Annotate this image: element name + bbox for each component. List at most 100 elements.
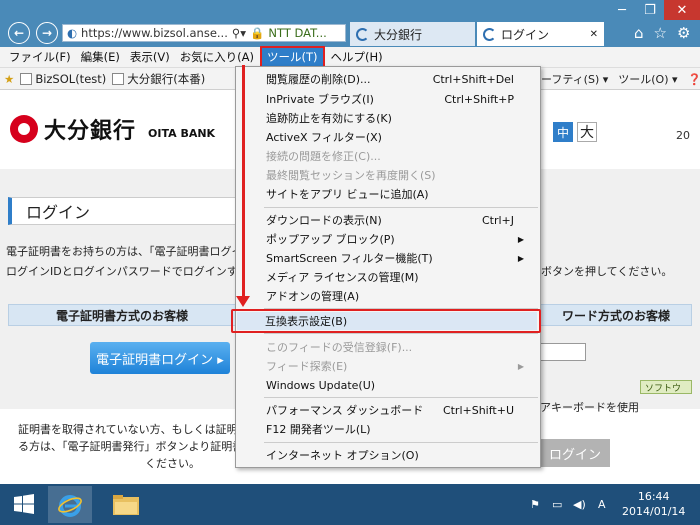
menu-favorites[interactable]: お気に入り(A): [175, 48, 259, 67]
bank-logo: 大分銀行 OITA BANK: [10, 113, 215, 145]
menu-item-label: InPrivate ブラウズ(I): [266, 93, 374, 106]
forward-button[interactable]: →: [36, 22, 58, 44]
cert-note-line1: 証明書を取得されていない方、もしくは証明書: [18, 423, 249, 436]
favorites-icon[interactable]: ☆: [654, 24, 667, 42]
tray-flag-icon[interactable]: ⚑: [530, 498, 540, 511]
menu-item-label: ダウンロードの表示(N): [266, 214, 382, 227]
menu-item-performance-dashboard[interactable]: パフォーマンス ダッシュボード Ctrl+Shift+U: [266, 401, 538, 419]
software-keyboard-label: アキーボードを使用: [540, 401, 639, 414]
page-icon: [112, 72, 125, 85]
menu-item-delete-history[interactable]: 閲覧履歴の削除(D)... Ctrl+Shift+Del: [266, 70, 538, 88]
menu-item-internet-options[interactable]: インターネット オプション(O): [266, 446, 538, 464]
ie-page-icon: [356, 27, 369, 41]
menu-item-label: アドオンの管理(A): [266, 290, 360, 303]
menu-item-label: メディア ライセンスの管理(M): [266, 271, 419, 284]
corner-text: 20: [676, 129, 690, 142]
menu-item-downloads[interactable]: ダウンロードの表示(N) Ctrl+J: [266, 211, 538, 229]
annotation-arrow-line: [242, 65, 245, 301]
tray-display-icon[interactable]: ▭: [552, 498, 562, 511]
menu-item-subscribe-feed: このフィードの受信登録(F)...: [266, 338, 538, 356]
menu-item-fix-connection: 接続の問題を修正(C)...: [266, 147, 538, 165]
fav-item-bizsol[interactable]: BizSOL(test): [20, 72, 106, 86]
menu-help[interactable]: ヘルプ(H): [326, 48, 388, 67]
close-tab-icon[interactable]: ✕: [590, 29, 598, 40]
menu-item-label: ActiveX フィルター(X): [266, 131, 382, 144]
clock-date: 2014/01/14: [622, 505, 686, 518]
ime-indicator[interactable]: A: [598, 498, 606, 511]
menu-file[interactable]: ファイル(F): [4, 48, 76, 67]
menu-item-add-app-view[interactable]: サイトをアプリ ビューに追加(A): [266, 185, 538, 203]
fav-item-oita-bank[interactable]: 大分銀行(本番): [112, 71, 205, 87]
menu-view[interactable]: 表示(V): [125, 48, 175, 67]
menu-item-reopen-session: 最終閲覧セッションを再度開く(S): [266, 166, 538, 184]
logo-mark-icon: [10, 115, 38, 143]
home-icon[interactable]: ⌂: [634, 24, 644, 42]
address-url: https://www.bizsol.anse...: [81, 26, 228, 40]
menu-item-label: 接続の問題を修正(C)...: [266, 150, 381, 163]
settings-icon[interactable]: ⚙: [677, 24, 690, 42]
menu-item-shortcut: Ctrl+Shift+Del: [432, 72, 514, 86]
menu-item-popup-blocker[interactable]: ポップアップ ブロック(P) ▶: [266, 230, 538, 248]
menu-item-label: このフィードの受信登録(F)...: [266, 341, 413, 354]
cert-note-line3: ください。: [145, 457, 200, 470]
desc-line1: 電子証明書をお持ちの方は、「電子証明書ログイ: [6, 245, 243, 258]
submenu-arrow-icon: ▶: [517, 253, 524, 263]
tab-login[interactable]: ログイン ✕: [477, 22, 604, 46]
menu-item-label: 閲覧履歴の削除(D)...: [266, 73, 371, 86]
lock-icon[interactable]: 🔒: [250, 26, 264, 40]
menu-separator: [264, 442, 538, 443]
tab-label: 大分銀行: [374, 27, 423, 42]
menu-item-media-licenses[interactable]: メディア ライセンスの管理(M): [266, 268, 538, 286]
tray-volume-icon[interactable]: ◀): [573, 498, 586, 511]
windows-start-icon[interactable]: [14, 494, 34, 514]
menu-item-label: インターネット オプション(O): [266, 449, 419, 462]
submenu-arrow-icon: ▶: [517, 361, 524, 371]
font-size-large-button[interactable]: 大: [577, 122, 597, 142]
menu-item-inprivate[interactable]: InPrivate ブラウズ(I) Ctrl+Shift+P: [266, 90, 538, 108]
back-button[interactable]: ←: [8, 22, 30, 44]
close-window-button[interactable]: ✕: [664, 0, 700, 20]
page-title: ログイン: [8, 197, 238, 225]
certificate-label[interactable]: NTT DAT...: [268, 26, 326, 40]
menu-edit[interactable]: 編集(E): [76, 48, 125, 67]
star-icon: ★: [4, 71, 15, 86]
menu-item-label: フィード探索(E): [266, 360, 348, 373]
search-icon[interactable]: ⚲▾: [232, 26, 246, 40]
page-icon: ◐: [67, 26, 78, 40]
forward-arrow-icon: →: [41, 26, 53, 40]
taskbar-explorer-button[interactable]: [104, 486, 148, 523]
tab-oita-bank[interactable]: 大分銀行: [350, 22, 475, 46]
tools-command-menu[interactable]: ツール(O) ▾: [618, 71, 677, 87]
menu-item-manage-addons[interactable]: アドオンの管理(A): [266, 287, 538, 305]
menu-item-label: SmartScreen フィルター機能(T): [266, 252, 433, 265]
certificate-login-button[interactable]: 電子証明書ログイン ▸: [90, 342, 230, 374]
menu-item-label: Windows Update(U): [266, 378, 376, 392]
menu-separator: [264, 333, 538, 334]
help-icon[interactable]: ❓▾: [688, 73, 700, 86]
login-button[interactable]: ログイン: [540, 439, 610, 467]
panel-header-password: ワード方式のお客様: [540, 304, 692, 326]
minimize-button[interactable]: ─: [608, 0, 636, 20]
menu-item-shortcut: Ctrl+Shift+U: [442, 403, 514, 417]
panel-header-certificate: 電子証明書方式のお客様: [8, 304, 236, 326]
menu-item-windows-update[interactable]: Windows Update(U): [266, 376, 538, 394]
menu-bar: ファイル(F) 編集(E) 表示(V) お気に入り(A) ツール(T) ヘルプ(…: [0, 45, 700, 69]
software-keyboard-badge[interactable]: ソフトウ: [640, 380, 692, 394]
menu-item-activex-filter[interactable]: ActiveX フィルター(X): [266, 128, 538, 146]
font-size-medium-button[interactable]: 中: [553, 122, 573, 142]
maximize-button[interactable]: ❐: [636, 0, 664, 20]
menu-item-f12-devtools[interactable]: F12 開発者ツール(L): [266, 420, 538, 438]
back-arrow-icon: ←: [13, 26, 25, 40]
login-id-field[interactable]: [540, 343, 586, 361]
safety-menu[interactable]: セーフティ(S) ▾: [530, 71, 608, 87]
logo-text-en: OITA BANK: [148, 126, 216, 140]
taskbar-clock[interactable]: 16:44 2014/01/14: [622, 489, 685, 519]
address-bar[interactable]: ◐ https://www.bizsol.anse... ⚲▾ 🔒 NTT DA…: [62, 24, 346, 42]
menu-tools[interactable]: ツール(T): [260, 45, 325, 69]
desc-right: ボタンを押してください。: [541, 265, 673, 278]
menu-item-smartscreen[interactable]: SmartScreen フィルター機能(T) ▶: [266, 249, 538, 267]
menu-item-tracking-protection[interactable]: 追跡防止を有効にする(K): [266, 109, 538, 127]
menu-separator: [264, 397, 538, 398]
fav-label: 大分銀行(本番): [127, 71, 206, 86]
taskbar-ie-button[interactable]: [48, 486, 92, 523]
